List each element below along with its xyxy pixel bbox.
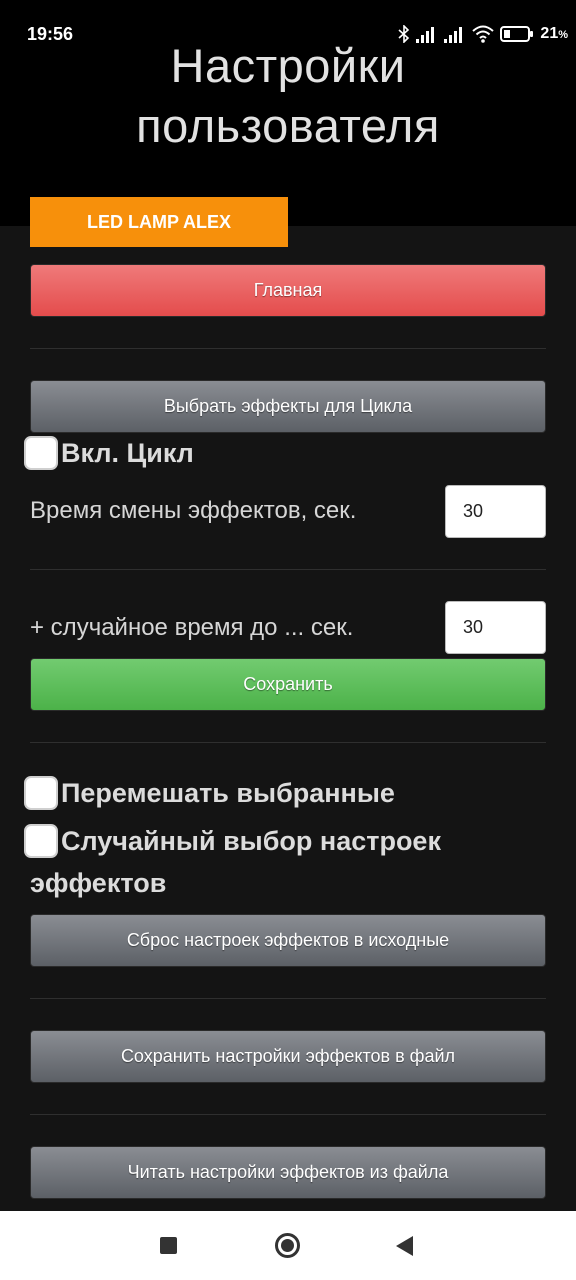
random-time-label: + случайное время до ... сек.	[30, 614, 354, 641]
shuffle-label: Перемешать выбранные	[61, 778, 395, 808]
back-icon[interactable]	[396, 1236, 413, 1256]
battery-level: 21%	[540, 25, 568, 42]
change-time-input[interactable]	[445, 485, 546, 538]
recents-icon[interactable]	[160, 1237, 177, 1254]
random-time-input[interactable]	[445, 601, 546, 654]
status-time: 19:56	[27, 24, 74, 44]
divider	[30, 742, 546, 743]
home-icon[interactable]	[275, 1233, 300, 1258]
divider	[30, 998, 546, 999]
cycle-enable-label: Вкл. Цикл	[61, 438, 194, 468]
divider	[30, 348, 546, 349]
read-from-file-button[interactable]: Читать настройки эффектов из файла	[30, 1146, 546, 1199]
change-time-label: Время смены эффектов, сек.	[30, 497, 357, 524]
random-settings-label: Случайный выбор настроек	[61, 826, 441, 856]
select-effects-button[interactable]: Выбрать эффекты для Цикла	[30, 380, 546, 433]
reset-effects-button[interactable]: Сброс настроек эффектов в исходные	[30, 914, 546, 967]
random-settings-checkbox[interactable]	[24, 824, 58, 858]
main-button[interactable]: Главная	[30, 264, 546, 317]
system-nav-bar	[0, 1211, 576, 1280]
signal-icon	[416, 27, 435, 43]
bluetooth-icon	[398, 25, 410, 43]
page-title-line2: пользователя	[136, 99, 440, 152]
wifi-icon	[472, 25, 495, 43]
save-to-file-button[interactable]: Сохранить настройки эффектов в файл	[30, 1030, 546, 1083]
random-settings-label-cont: эффектов	[30, 868, 167, 898]
cycle-enable-checkbox[interactable]	[24, 436, 58, 470]
shuffle-checkbox[interactable]	[24, 776, 58, 810]
divider	[30, 569, 546, 570]
status-bar: 19:56 21%	[0, 0, 576, 70]
signal-icon	[444, 27, 463, 43]
lamp-name-tab[interactable]: LED LAMP ALEX	[30, 197, 288, 247]
save-button[interactable]: Сохранить	[30, 658, 546, 711]
battery-icon	[500, 26, 534, 42]
status-icons: 21%	[398, 22, 568, 46]
divider	[30, 1114, 546, 1115]
app-header: Настройки пользователя 19:56 21%	[0, 0, 576, 226]
